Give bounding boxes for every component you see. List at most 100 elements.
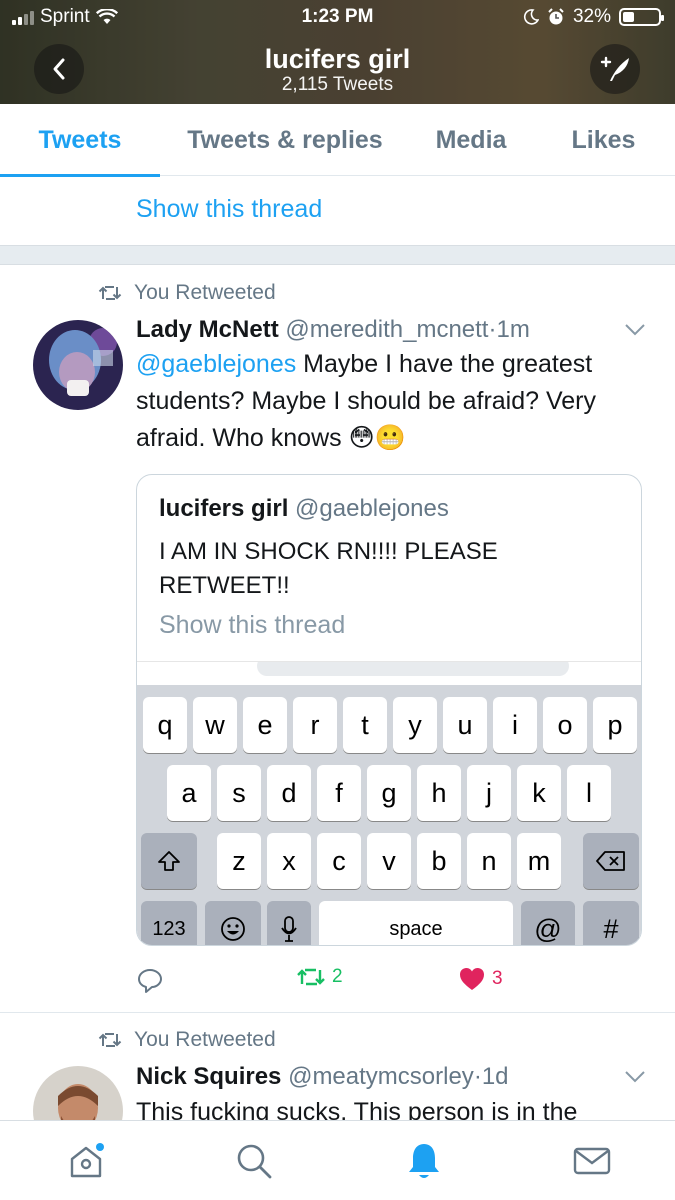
status-bar: Sprint 1:23 PM 32%: [0, 6, 675, 30]
compose-feather-icon: [600, 56, 629, 81]
keyboard-key-k: k: [517, 765, 561, 821]
keyboard-key-u: u: [443, 697, 487, 753]
quoted-author-handle: @gaeblejones: [295, 495, 449, 522]
tab-notifications[interactable]: [402, 1139, 446, 1183]
mention-link[interactable]: @gaeblejones: [136, 350, 296, 378]
tab-tweets-and-replies[interactable]: Tweets & replies: [160, 104, 410, 176]
do-not-disturb-icon: [523, 9, 539, 25]
shift-icon: [158, 851, 180, 871]
microphone-icon: [281, 916, 297, 942]
tab-search[interactable]: [232, 1139, 276, 1183]
battery-icon: [619, 8, 664, 26]
delete-key: [583, 833, 639, 889]
retweet-icon: [98, 1033, 122, 1047]
profile-name: lucifers girl: [264, 44, 411, 74]
profile-tabs: Tweets Tweets & replies Media Likes: [0, 104, 675, 177]
tab-tweets[interactable]: Tweets: [0, 104, 160, 177]
quoted-show-thread-link[interactable]: Show this thread: [159, 611, 345, 640]
author-name[interactable]: Lady McNett: [136, 316, 279, 343]
keyboard-key-r: r: [293, 697, 337, 753]
quoted-tweet[interactable]: lucifers girl @gaeblejones I AM IN SHOCK…: [136, 474, 642, 946]
like-button[interactable]: 3: [458, 966, 503, 992]
chevron-down-icon[interactable]: [624, 323, 646, 337]
delete-icon: [596, 851, 625, 871]
notifications-bell-icon: [409, 1144, 439, 1178]
retweet-icon: [98, 286, 122, 300]
dot-separator: ·: [473, 1063, 482, 1090]
tweet-body: This fucking sucks. This person is in th…: [136, 1098, 578, 1120]
keyboard-key-t: t: [343, 697, 387, 753]
space-key: space: [319, 901, 513, 945]
keyboard-key-e: e: [243, 697, 287, 753]
tweet-header: Nick Squires @meatymcsorley·1d: [136, 1063, 509, 1091]
tweet-time: 1m: [496, 316, 530, 343]
compose-button[interactable]: [590, 44, 640, 94]
author-handle[interactable]: @meatymcsorley: [288, 1063, 474, 1090]
quoted-header: lucifers girl @gaeblejones: [159, 495, 449, 523]
retweet-label: You Retweeted: [134, 281, 276, 304]
emoji-icon: [221, 917, 245, 941]
keyboard-key-v: v: [367, 833, 411, 889]
quoted-author-name: lucifers girl: [159, 495, 289, 522]
page: Sprint 1:23 PM 32% lucifers girl 2,115 T…: [0, 0, 675, 1200]
profile-title: lucifers girl 2,115 Tweets: [0, 44, 675, 96]
like-count: 3: [492, 968, 503, 989]
tweet-header: Lady McNett @meredith_mcnett·1m: [136, 316, 530, 344]
tab-messages[interactable]: [570, 1139, 614, 1183]
author-name[interactable]: Nick Squires: [136, 1063, 281, 1090]
keyboard-key-z: z: [217, 833, 261, 889]
emoji: 😳😬: [348, 424, 406, 452]
heart-icon: [460, 968, 484, 990]
keyboard-toolbar-strip: [137, 661, 641, 685]
tweet-actions: 2 3: [136, 966, 636, 1000]
chevron-down-icon[interactable]: [624, 1070, 646, 1084]
author-handle[interactable]: @meredith_mcnett: [285, 316, 488, 343]
keyboard-key-s: s: [217, 765, 261, 821]
keyboard-key-i: i: [493, 697, 537, 753]
section-divider: [0, 245, 675, 265]
keyboard-key-f: f: [317, 765, 361, 821]
tab-home[interactable]: [64, 1139, 108, 1183]
dictation-key: [267, 901, 311, 945]
tweet-text: @gaeblejones Maybe I have the greatest s…: [136, 346, 656, 457]
avatar[interactable]: [33, 320, 123, 410]
keyboard-key-o: o: [543, 697, 587, 753]
keyboard-key-h: h: [417, 765, 461, 821]
shift-key: [141, 833, 197, 889]
tab-media[interactable]: Media: [410, 104, 532, 176]
keyboard-image: q w e r t y u i o p a s d f g h j k l z x c v b n m 123 space @ #: [137, 685, 641, 945]
tweet-count: 2,115 Tweets: [281, 74, 394, 95]
emoji-key: [205, 901, 261, 945]
keyboard-key-b: b: [417, 833, 461, 889]
retweet-icon: [297, 968, 325, 986]
tweet-divider: [0, 1012, 675, 1013]
retweet-context: You Retweeted: [98, 281, 276, 305]
keyboard-key-n: n: [467, 833, 511, 889]
at-key: @: [521, 901, 575, 945]
quoted-text: I AM IN SHOCK RN!!!! PLEASE RETWEET!!: [159, 538, 498, 599]
retweet-label: You Retweeted: [134, 1028, 276, 1051]
avatar-image: [33, 320, 123, 410]
messages-envelope-icon: [573, 1147, 611, 1175]
keyboard-key-w: w: [193, 697, 237, 753]
tweet-time: 1d: [481, 1063, 509, 1090]
keyboard-key-l: l: [567, 765, 611, 821]
search-icon: [237, 1144, 272, 1179]
keyboard-key-q: q: [143, 697, 187, 753]
alarm-icon: [548, 8, 564, 25]
hash-key: #: [583, 901, 639, 945]
retweet-button[interactable]: 2: [296, 966, 343, 988]
keyboard-key-y: y: [393, 697, 437, 753]
home-icon: [70, 1143, 104, 1178]
show-thread-link[interactable]: Show this thread: [136, 195, 322, 224]
keyboard-key-x: x: [267, 833, 311, 889]
tweet-text: This fucking sucks. This person is in th…: [136, 1094, 656, 1120]
bottom-tab-bar: [0, 1120, 675, 1200]
reply-icon: [138, 969, 162, 993]
retweet-context: You Retweeted: [98, 1028, 276, 1052]
keyboard-key-a: a: [167, 765, 211, 821]
reply-button[interactable]: [136, 966, 164, 994]
tab-likes[interactable]: Likes: [532, 104, 675, 176]
retweet-count: 2: [332, 966, 343, 987]
battery-percent: 32%: [572, 6, 611, 27]
